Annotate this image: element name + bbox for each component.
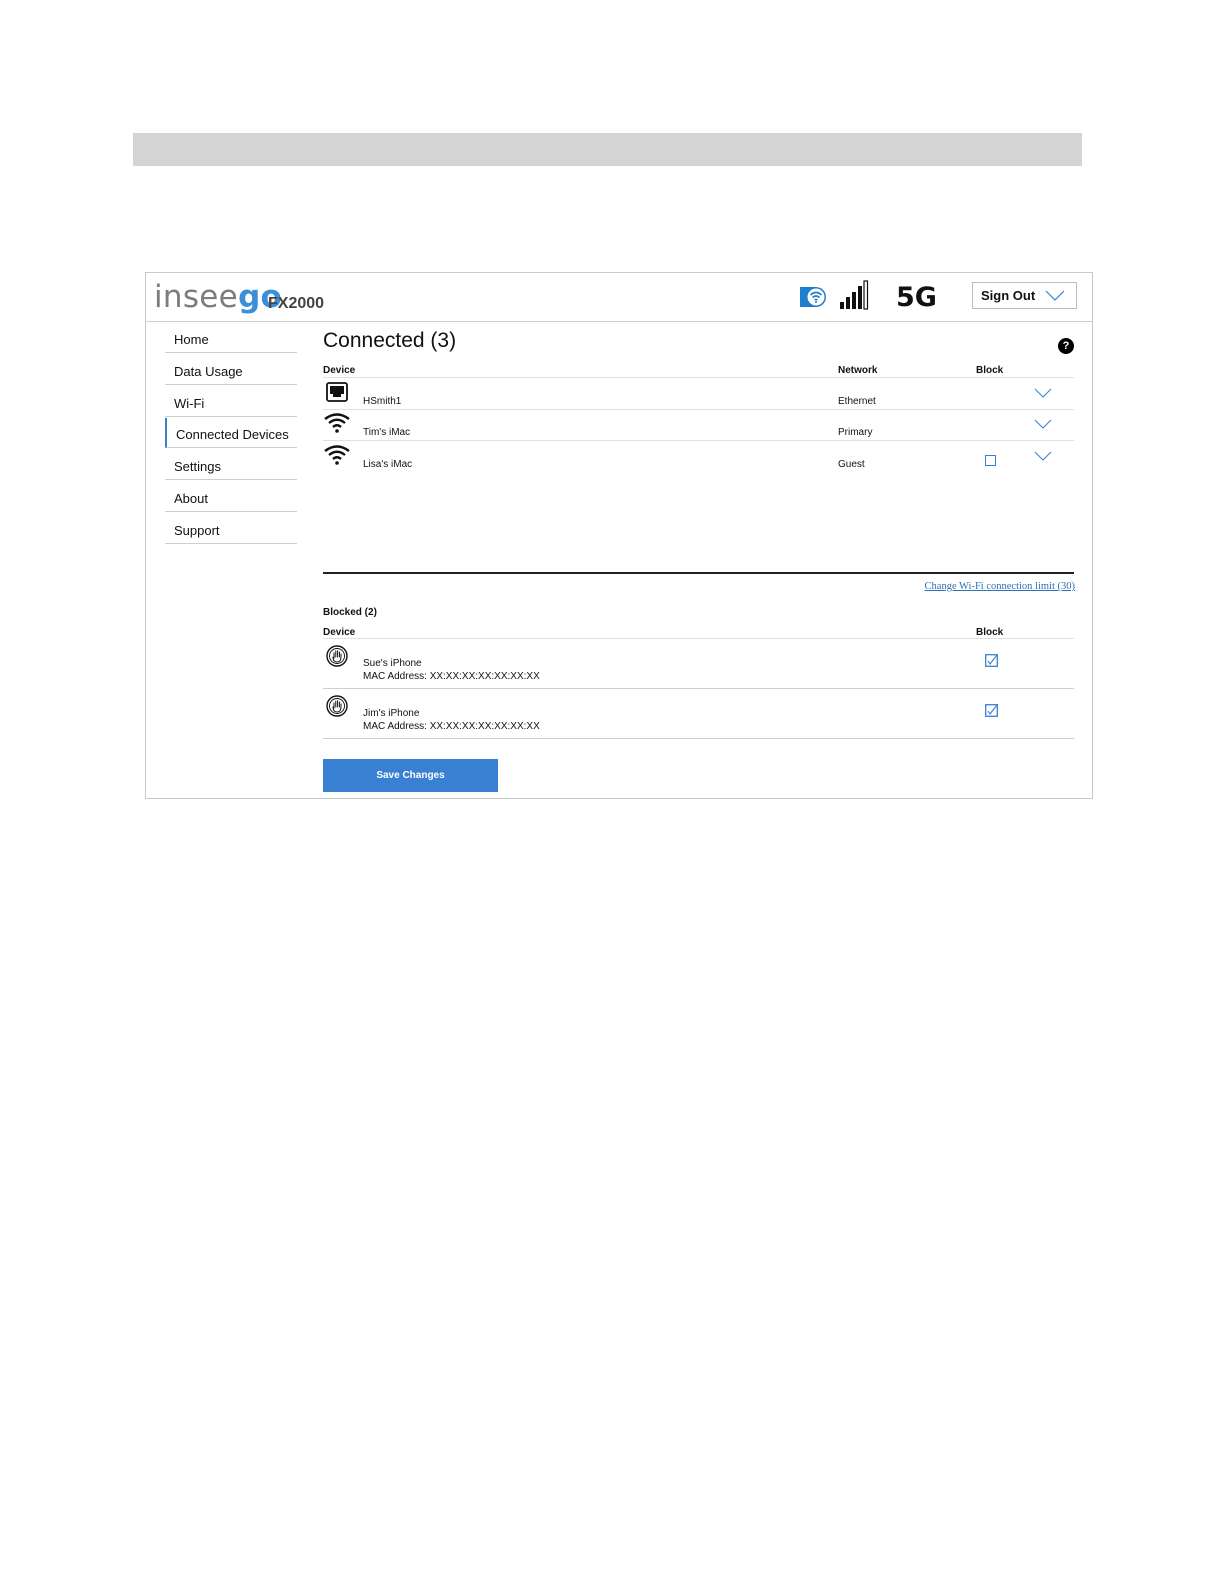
- divider: [323, 440, 1074, 441]
- device-name: Sue's iPhone: [363, 658, 422, 669]
- device-name: Jim's iPhone: [363, 708, 420, 719]
- block-checkbox[interactable]: [985, 455, 996, 466]
- column-header-block: Block: [976, 365, 1004, 376]
- top-gray-bar: [133, 133, 1082, 166]
- device-name: Lisa's iMac: [363, 459, 413, 470]
- wifi-icon: [324, 413, 350, 433]
- sidebar-item-connected-devices[interactable]: Connected Devices: [165, 418, 297, 449]
- device-mac: MAC Address: XX:XX:XX:XX:XX:XX:XX: [363, 671, 540, 682]
- block-checkbox[interactable]: [985, 704, 998, 717]
- device-network: Ethernet: [838, 396, 876, 407]
- section-divider: [323, 572, 1074, 574]
- signal-bars-icon: [840, 280, 869, 310]
- device-mac: MAC Address: XX:XX:XX:XX:XX:XX:XX: [363, 721, 540, 732]
- device-name: HSmith1: [363, 396, 402, 407]
- network-type-label: 5G: [896, 282, 937, 313]
- device-network: Guest: [838, 459, 865, 470]
- router-admin-window: inseego FX2000 5G Sign Out Home Data Usa…: [145, 272, 1093, 799]
- blocked-hand-icon: [326, 695, 348, 717]
- change-connection-limit-link[interactable]: Change Wi-Fi connection limit (30): [925, 581, 1075, 592]
- sidebar-item-about[interactable]: About: [165, 482, 297, 512]
- sidebar-item-home[interactable]: Home: [165, 323, 297, 353]
- chevron-down-icon[interactable]: [1034, 388, 1052, 398]
- blocked-hand-icon: [326, 645, 348, 667]
- column-header-block: Block: [976, 627, 1004, 638]
- page-title: Connected (3): [323, 329, 457, 352]
- divider: [323, 409, 1074, 410]
- app-header: inseego FX2000 5G Sign Out: [146, 273, 1092, 322]
- chevron-down-icon[interactable]: [1045, 290, 1065, 301]
- device-name: Tim's iMac: [363, 427, 411, 438]
- save-changes-button[interactable]: Save Changes: [323, 759, 498, 792]
- column-header-device: Device: [323, 627, 356, 638]
- divider: [323, 738, 1074, 739]
- column-header-device: Device: [323, 365, 356, 376]
- sign-out-button[interactable]: Sign Out: [972, 282, 1077, 309]
- inseego-logo: inseego: [154, 279, 283, 315]
- sign-out-label: Sign Out: [981, 288, 1036, 303]
- help-icon[interactable]: ?: [1058, 338, 1074, 354]
- wifi-badge-icon: [800, 287, 826, 307]
- sidebar-item-support[interactable]: Support: [165, 514, 297, 544]
- sidebar-nav: Home Data Usage Wi-Fi Connected Devices …: [165, 323, 297, 545]
- divider: [323, 688, 1074, 689]
- blocked-section-title: Blocked (2): [323, 607, 377, 618]
- block-checkbox[interactable]: [985, 654, 998, 667]
- chevron-down-icon[interactable]: [1034, 419, 1052, 429]
- ethernet-icon: [326, 382, 348, 402]
- column-header-network: Network: [838, 365, 878, 376]
- sidebar-item-wi-fi[interactable]: Wi-Fi: [165, 387, 297, 417]
- device-network: Primary: [838, 427, 873, 438]
- divider: [323, 377, 1074, 378]
- sidebar-item-settings[interactable]: Settings: [165, 450, 297, 480]
- model-name: FX2000: [268, 295, 325, 312]
- divider: [323, 638, 1074, 639]
- chevron-down-icon[interactable]: [1034, 451, 1052, 461]
- sidebar-item-data-usage[interactable]: Data Usage: [165, 355, 297, 385]
- wifi-icon: [324, 445, 350, 465]
